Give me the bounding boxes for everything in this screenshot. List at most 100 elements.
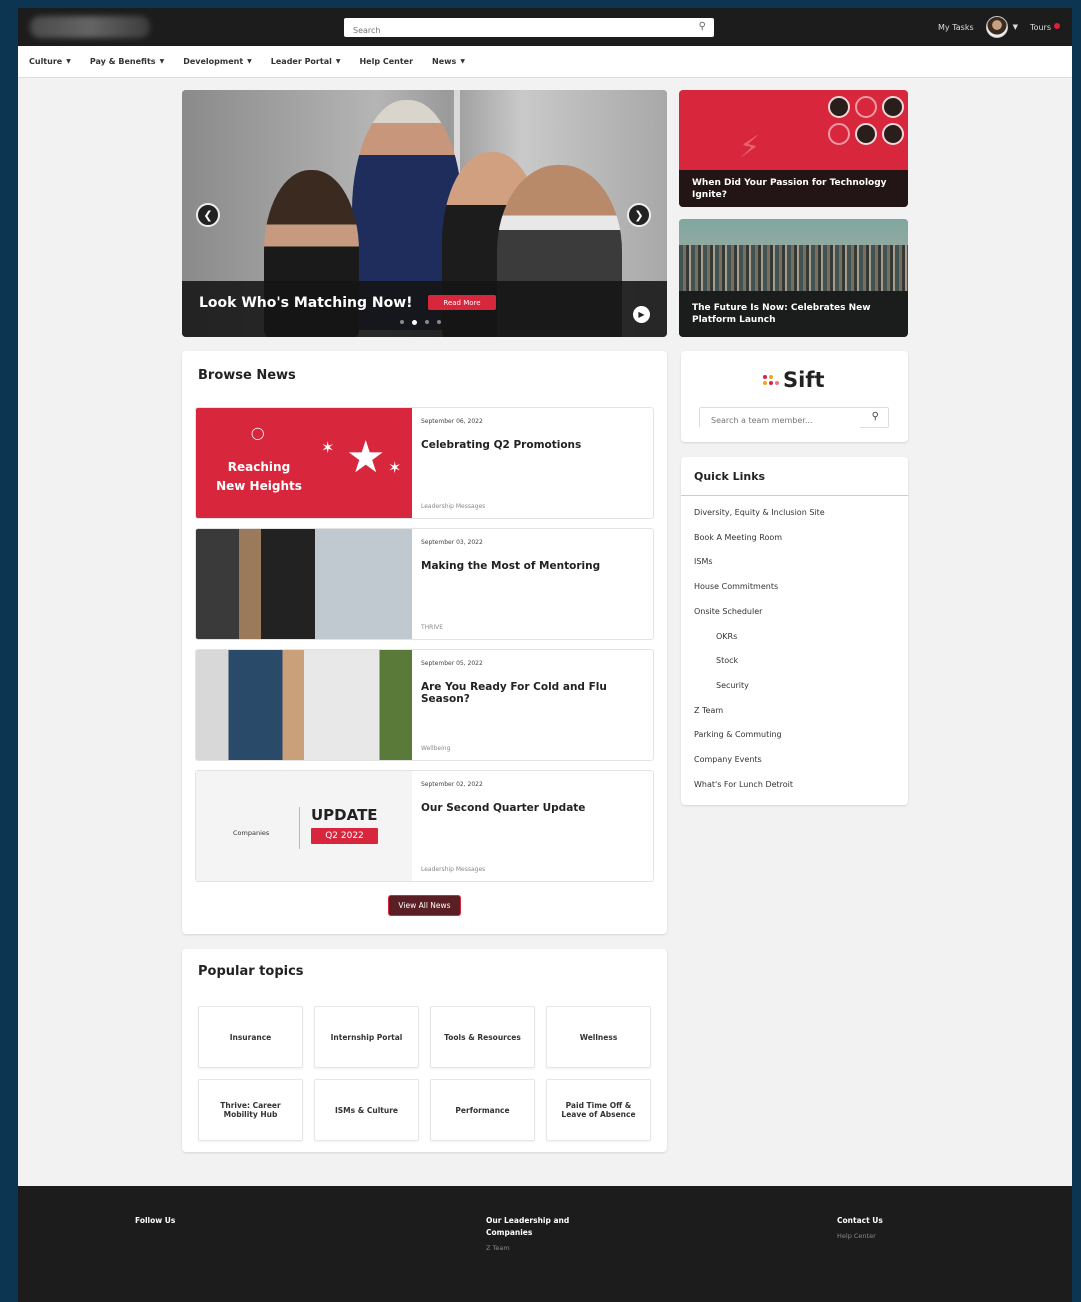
sparkle-icon: ✶ — [321, 438, 335, 457]
promo-title: When Did Your Passion for Technology Ign… — [679, 170, 908, 207]
global-search-input[interactable] — [344, 21, 674, 40]
topic-tile-insurance[interactable]: Insurance — [198, 1006, 303, 1068]
footer-link[interactable]: Z Team — [486, 1244, 510, 1252]
news-card[interactable]: Companies UPDATE Q2 2022 September 02, 2… — [195, 770, 654, 882]
promo-tile-launch[interactable]: The Future Is Now: Celebrates New Platfo… — [679, 219, 908, 337]
quick-link-z-team[interactable]: Z Team — [694, 706, 723, 715]
news-thumbnail: ◯ Reaching New Heights ★ ✶ ✶ — [196, 408, 412, 518]
nav-item-development[interactable]: Development ▼ — [183, 57, 252, 66]
news-date: September 06, 2022 — [421, 418, 483, 425]
nav-item-pay-and-benefits[interactable]: Pay & Benefits ▼ — [90, 57, 164, 66]
nav-item-label: Culture — [29, 57, 63, 66]
chevron-down-icon: ▼ — [159, 58, 165, 65]
news-card[interactable]: September 03, 2022 Making the Most of Me… — [195, 528, 654, 640]
thumbnail-update-title: UPDATE — [311, 806, 378, 824]
nav-item-leader-portal[interactable]: Leader Portal ▼ — [271, 57, 341, 66]
chevron-right-icon: ❯ — [634, 208, 644, 222]
company-logo[interactable] — [30, 16, 150, 38]
search-icon[interactable]: ⚲ — [872, 411, 879, 422]
quick-link-book-a-meeting-room[interactable]: Book A Meeting Room — [694, 533, 782, 542]
promo-image-sky — [679, 219, 908, 245]
notification-dot-icon — [1054, 22, 1060, 29]
carousel-prev-button[interactable]: ❮ — [196, 203, 220, 227]
footer-contact: Contact Us — [837, 1216, 883, 1225]
divider — [299, 807, 300, 849]
team-member-search[interactable]: ⚲ — [699, 407, 889, 430]
face-image — [855, 123, 877, 145]
news-thumbnail: Companies UPDATE Q2 2022 — [196, 771, 412, 881]
top-header: ⚲ My Tasks ▼ Tours — [18, 8, 1072, 46]
nav-item-news[interactable]: News ▼ — [432, 57, 465, 66]
news-title[interactable]: Making the Most of Mentoring — [421, 560, 651, 572]
topic-tile-tools-and-resources[interactable]: Tools & Resources — [430, 1006, 535, 1068]
popular-topics-panel: Popular topics Insurance Internship Porta… — [182, 949, 667, 1152]
topic-tile-paid-time-off-and-leave-of-absence[interactable]: Paid Time Off & Leave of Absence — [546, 1079, 651, 1141]
quick-link-house-commitments[interactable]: House Commitments — [694, 582, 778, 591]
news-date: September 05, 2022 — [421, 660, 483, 667]
news-title[interactable]: Our Second Quarter Update — [421, 802, 651, 814]
nav-item-label: Pay & Benefits — [89, 57, 156, 66]
promo-tile-passion[interactable]: ⚡ When Did Your Passion for Technology I… — [679, 90, 908, 207]
tours-label: Tours — [1030, 22, 1051, 32]
quick-link-parking-and-commuting[interactable]: Parking & Commuting — [694, 730, 782, 739]
carousel-dot[interactable] — [412, 320, 417, 325]
thumbnail-text: Reaching New Heights — [216, 460, 302, 493]
quick-link-okrs[interactable]: OKRs — [716, 632, 737, 641]
carousel-next-button[interactable]: ❯ — [627, 203, 651, 227]
topic-tile-thrive-career-mobility-hub[interactable]: Thrive: Career Mobility Hub — [198, 1079, 303, 1141]
page-frame: ⚲ My Tasks ▼ Tours Culture▼Pay & Benefit… — [18, 8, 1072, 1302]
user-menu[interactable]: ▼ — [985, 16, 1018, 38]
topic-tile-performance[interactable]: Performance — [430, 1079, 535, 1141]
topic-tile-internship-portal[interactable]: Internship Portal — [314, 1006, 419, 1068]
view-all-news-button[interactable]: View All News — [388, 895, 461, 916]
global-search[interactable]: ⚲ — [344, 18, 714, 40]
face-outline — [828, 123, 850, 145]
main-nav: Culture ▼ Pay & Benefits ▼ Development ▼ Leade… — [18, 46, 1072, 78]
news-card[interactable]: September 05, 2022 Are You Ready For Col… — [195, 649, 654, 761]
quick-links-panel: Quick Links Diversity, Equity & Inclusio… — [681, 457, 908, 805]
chevron-down-icon: ▼ — [460, 58, 465, 65]
hero-title: Look Who's Matching Now! — [199, 295, 413, 311]
hero-carousel[interactable]: Look Who's Matching Now! Read More ❮ ❯ ▶ — [182, 90, 667, 337]
news-category: Leadership Messages — [421, 503, 486, 510]
news-category: Leadership Messages — [421, 866, 486, 873]
nav-item-label: News — [432, 57, 457, 66]
news-title[interactable]: Celebrating Q2 Promotions — [421, 439, 651, 451]
carousel-dot[interactable] — [400, 320, 404, 324]
browse-news-panel: Browse News ◯ Reaching New Heights ★ ✶ ✶… — [182, 351, 667, 934]
quick-link-what-s-for-lunch-detroit[interactable]: What's For Lunch Detroit — [694, 780, 793, 789]
quick-link-onsite-scheduler[interactable]: Onsite Scheduler — [694, 607, 762, 616]
quick-link-security[interactable]: Security — [716, 681, 749, 690]
topic-tile-wellness[interactable]: Wellness — [546, 1006, 651, 1068]
nav-item-help-center[interactable]: Help Center — [359, 57, 413, 66]
play-icon[interactable]: ▶ — [633, 306, 650, 323]
section-heading: Quick Links — [694, 470, 766, 483]
carousel-dot[interactable] — [437, 320, 441, 324]
tours-link[interactable]: Tours — [1030, 22, 1060, 32]
face-image — [882, 123, 904, 145]
quick-link-company-events[interactable]: Company Events — [694, 755, 762, 764]
quick-link-stock[interactable]: Stock — [716, 656, 738, 665]
read-more-button[interactable]: Read More — [428, 295, 496, 310]
chevron-down-icon[interactable]: ▼ — [1013, 23, 1018, 31]
avatar[interactable] — [985, 16, 1008, 38]
news-title[interactable]: Are You Ready For Cold and Flu Season? — [421, 681, 651, 705]
topic-tile-isms-and-culture[interactable]: ISMs & Culture — [314, 1079, 419, 1141]
my-tasks-link[interactable]: My Tasks — [938, 23, 974, 32]
news-card[interactable]: ◯ Reaching New Heights ★ ✶ ✶ September 0… — [195, 407, 654, 519]
search-icon[interactable]: ⚲ — [699, 21, 706, 32]
carousel-dot[interactable] — [425, 320, 429, 324]
news-category: Wellbeing — [421, 745, 451, 752]
nav-item-culture[interactable]: Culture ▼ — [29, 57, 71, 66]
footer-link[interactable]: Help Center — [837, 1232, 876, 1240]
footer-leadership: Our Leadership and Companies — [486, 1216, 570, 1237]
section-heading: Browse News — [198, 368, 296, 383]
team-member-search-input[interactable] — [700, 411, 860, 430]
sift-logo: Sift — [763, 368, 825, 392]
news-category: THRIVE — [421, 624, 444, 631]
quick-link-isms[interactable]: ISMs — [694, 557, 713, 566]
quick-link-diversity-equity-and-inclusion-site[interactable]: Diversity, Equity & Inclusion Site — [694, 508, 825, 517]
face-image — [882, 96, 904, 118]
promo-image-crowd — [679, 245, 908, 291]
rocket-icon: ★ — [346, 432, 386, 483]
